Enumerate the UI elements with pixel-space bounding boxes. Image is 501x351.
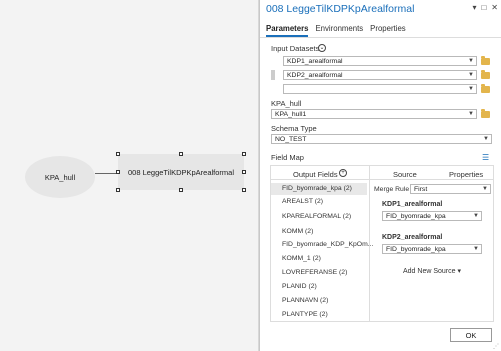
input-datasets-label: Input Datasets — [271, 44, 320, 53]
schema-type-value: NO_TEST — [275, 136, 307, 143]
output-field-item[interactable]: PLANTYPE (2) — [282, 311, 328, 318]
dropdown-arrow-icon[interactable]: ▼ — [468, 57, 474, 66]
schema-type-label: Schema Type — [271, 124, 317, 133]
folder-icon[interactable] — [481, 70, 490, 79]
source-1-field-value: FID_byomrade_kpa — [386, 213, 446, 220]
output-field-item[interactable]: FID_byomrade_kpa (2) — [271, 183, 367, 195]
input-dataset-3[interactable]: ▼ — [283, 84, 477, 94]
input-dataset-value: KDP2_arealformal — [287, 72, 343, 79]
ok-button-label: OK — [465, 330, 477, 340]
tab-source[interactable]: Source — [393, 170, 417, 179]
merge-rule-select[interactable]: First ▼ — [410, 184, 491, 194]
maximize-icon[interactable]: □ — [481, 3, 486, 12]
folder-icon[interactable] — [481, 56, 490, 65]
dialog-title: 008 LeggeTilKDPKpArealformal — [266, 3, 415, 15]
dropdown-arrow-icon[interactable]: ▼ — [482, 185, 488, 194]
field-map-label: Field Map — [271, 153, 304, 162]
tab-properties[interactable]: Properties — [370, 24, 406, 37]
chevron-down-icon: ▾ — [457, 268, 461, 275]
selection-handle[interactable] — [116, 152, 120, 156]
source-2-name: KDP2_arealformal — [382, 234, 443, 241]
kpa-hull-field[interactable]: KPA_hull1 ▼ — [271, 109, 477, 119]
dropdown-arrow-icon[interactable]: ▼ — [483, 135, 489, 144]
add-icon[interactable]: + — [339, 169, 347, 177]
selection-handle[interactable] — [242, 152, 246, 156]
tool-node[interactable]: 008 LeggeTilKDPKpArealformal — [118, 154, 244, 190]
output-field-item[interactable]: PLANNAVN (2) — [282, 297, 328, 304]
tabs-divider — [260, 37, 501, 38]
dropdown-arrow-icon[interactable]: ▼ — [468, 110, 474, 119]
resize-grip-icon[interactable]: ⋰ — [493, 343, 499, 350]
merge-rule-label: Merge Rule — [374, 186, 410, 193]
kpa-hull-node-label: KPA_hull — [44, 172, 76, 182]
output-fields-label: Output Fields — [293, 170, 338, 179]
source-2-field-select[interactable]: FID_byomrade_kpa ▼ — [382, 244, 482, 254]
tab-parameters[interactable]: Parameters — [266, 24, 309, 37]
model-canvas[interactable]: KPA_hull 008 LeggeTilKDPKpArealformal — [0, 0, 259, 351]
dropdown-arrow-icon[interactable]: ▼ — [468, 85, 474, 94]
tab-source-properties[interactable]: Properties — [449, 170, 483, 179]
list-options-icon[interactable]: ☰ — [482, 153, 489, 162]
output-field-item[interactable]: PLANID (2) — [282, 283, 317, 290]
kpa-hull-value: KPA_hull1 — [275, 111, 307, 118]
dropdown-arrow-icon[interactable]: ▼ — [473, 212, 479, 221]
source-1-name: KDP1_arealformal — [382, 201, 443, 208]
input-dataset-value: KDP1_arealformal — [287, 58, 343, 65]
output-field-item[interactable]: KOMM_1 (2) — [282, 255, 321, 262]
reorder-handle[interactable] — [271, 70, 275, 80]
source-1-field-select[interactable]: FID_byomrade_kpa ▼ — [382, 211, 482, 221]
dropdown-arrow-icon[interactable]: ▼ — [473, 245, 479, 254]
chevron-down-icon[interactable]: ⌄ — [318, 44, 326, 52]
add-new-source-label: Add New Source — [403, 268, 456, 275]
kpa-hull-node[interactable]: KPA_hull — [25, 156, 95, 198]
output-field-item[interactable]: KPAREALFORMAL (2) — [282, 213, 351, 220]
selection-handle[interactable] — [242, 188, 246, 192]
selection-handle[interactable] — [116, 170, 120, 174]
selection-handle[interactable] — [179, 152, 183, 156]
input-dataset-1[interactable]: KDP1_arealformal ▼ — [283, 56, 477, 66]
ok-button[interactable]: OK — [450, 328, 492, 342]
pin-icon[interactable]: ▾ — [472, 3, 476, 12]
close-icon[interactable]: ✕ — [491, 3, 498, 12]
output-field-item[interactable]: AREALST (2) — [282, 198, 323, 205]
output-field-item[interactable]: LOVREFERANSE (2) — [282, 269, 347, 276]
field-map-header-rule — [270, 179, 494, 180]
selection-handle[interactable] — [242, 170, 246, 174]
selection-handle[interactable] — [116, 188, 120, 192]
schema-type-select[interactable]: NO_TEST ▼ — [271, 134, 492, 144]
add-new-source-button[interactable]: Add New Source ▾ — [403, 267, 461, 275]
output-field-item[interactable]: KOMM (2) — [282, 228, 313, 235]
window-controls: ▾ □ ✕ — [472, 3, 498, 12]
kpa-hull-label: KPA_hull — [271, 99, 302, 108]
selection-handle[interactable] — [179, 188, 183, 192]
tab-environments[interactable]: Environments — [315, 24, 363, 37]
dropdown-arrow-icon[interactable]: ▼ — [468, 71, 474, 80]
output-field-item[interactable]: FID_byomrade_KDP_KpOm... — [282, 241, 373, 248]
merge-rule-value: First — [414, 186, 428, 193]
folder-icon[interactable] — [481, 84, 490, 93]
folder-icon[interactable] — [481, 109, 490, 118]
input-dataset-2[interactable]: KDP2_arealformal ▼ — [283, 70, 477, 80]
dialog-tabs: Parameters Environments Properties — [266, 24, 406, 37]
source-2-field-value: FID_byomrade_kpa — [386, 246, 446, 253]
tool-node-label: 008 LeggeTilKDPKpArealformal — [127, 167, 235, 177]
